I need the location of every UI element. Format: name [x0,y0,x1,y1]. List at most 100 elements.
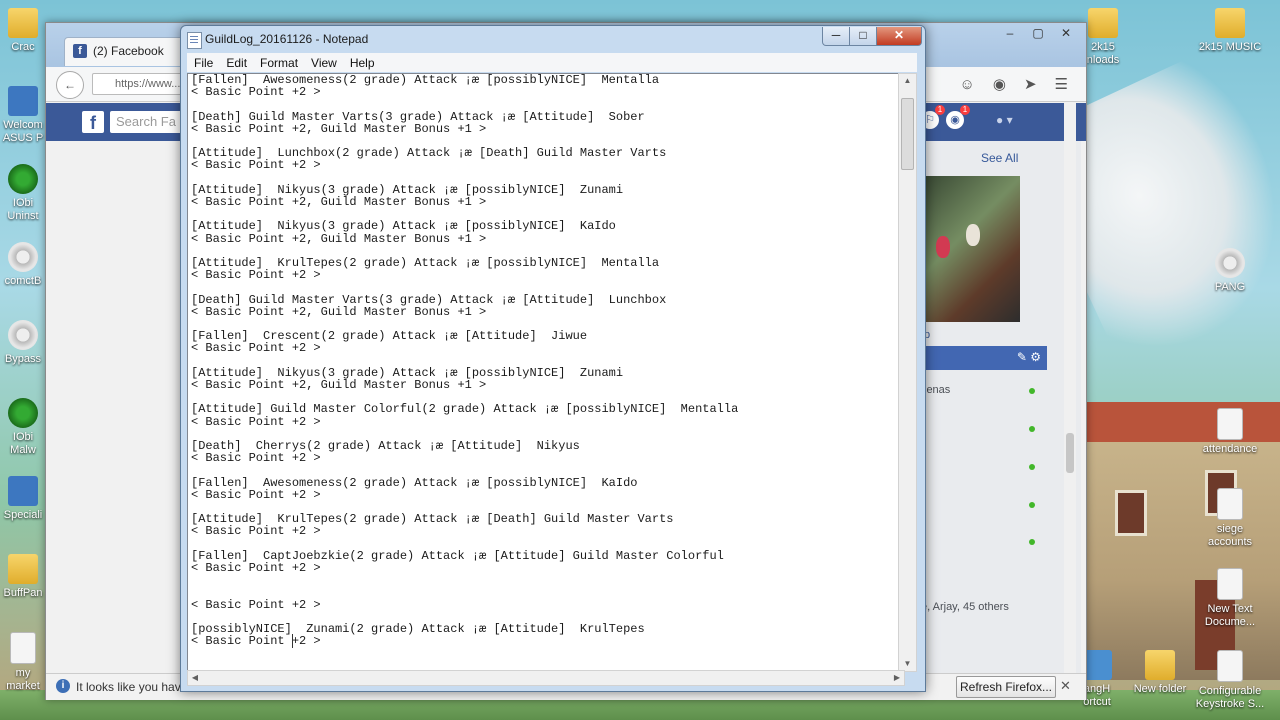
log-entry: [Fallen] Awesomeness(2 grade) Attack ¡æ … [191,475,738,514]
menu-edit[interactable]: Edit [219,53,253,70]
facebook-logo-icon[interactable]: f [82,111,104,133]
app-icon [8,476,38,506]
see-all-link[interactable]: See All [981,151,1018,165]
desktop-icon-label: New Text Docume... [1204,603,1256,628]
desktop-icon[interactable]: siege accounts [1195,488,1265,549]
log-entry-points: < Basic Point +2, Guild Master Bonus +1 … [191,194,487,209]
pocket-icon[interactable]: ◉ [993,76,1006,93]
desktop-icon[interactable]: Configurable Keystroke S... [1195,650,1265,711]
log-entry-points: < Basic Point +2, Guild Master Bonus +1 … [191,304,487,319]
app-icon [8,86,38,116]
log-entry-points: < Basic Point +2 > [191,85,321,100]
chat-icon[interactable]: ☺ [960,76,975,93]
chat-header[interactable]: ✎ ⚙ [921,346,1047,370]
minimize-button[interactable]: ─ [822,27,850,46]
refresh-firefox-button[interactable]: Refresh Firefox... [956,676,1056,698]
folder-icon [1215,8,1245,38]
scroll-right-arrow-icon[interactable]: ▶ [890,671,904,685]
log-entry: [Death] Guild Master Varts(3 grade) Atta… [191,109,738,148]
folder-icon [1145,650,1175,680]
log-entry-points: < Basic Point +2 > [191,487,321,502]
log-text[interactable]: [Fallen] Awesomeness(2 grade) Attack ¡æ … [191,74,738,660]
file-icon [1217,488,1243,520]
menu-help[interactable]: Help [343,53,381,70]
desktop-icon[interactable]: New folder [1125,650,1195,696]
desktop-icon[interactable]: PANG [1195,248,1265,294]
notification-message: It looks like you have [76,680,188,694]
log-entry: [possiblyNICE] Zunami(2 grade) Attack ¡æ… [191,623,738,660]
globe-icon[interactable]: ◉ 1 [946,105,970,129]
tab-facebook[interactable]: f (2) Facebook [64,37,196,66]
desktop-icon-label: Configurable Keystroke S... [1195,685,1265,710]
chat-settings-icon[interactable]: ✎ ⚙ [1017,350,1041,364]
log-entry: [Fallen] Awesomeness(2 grade) Attack ¡æ … [191,74,738,111]
guitar-image [966,224,980,246]
online-dot-icon [1029,464,1035,470]
close-button[interactable]: ✕ [876,27,922,46]
log-entry-points: < Basic Point +2 > [191,341,321,356]
file-icon [1217,650,1243,682]
file-icon [1217,568,1243,600]
log-entry-line: [Attitude] Nikyus(3 grade) Attack ¡æ [po… [191,219,616,234]
firefox-scrollbar[interactable] [1064,103,1076,683]
scroll-up-arrow-icon[interactable]: ▲ [899,74,916,88]
desktop-icon-label: siege accounts [1207,523,1253,548]
folder-icon [8,8,38,38]
menu-format[interactable]: Format [253,53,304,70]
log-entry: [Attitude] Nikyus(3 grade) Attack ¡æ [po… [191,184,738,221]
log-entry-points: < Basic Point +2, Guild Master Bonus +1 … [191,231,487,246]
log-entry-points: < Basic Point +2 > [191,560,321,575]
greenapp-icon [8,164,38,194]
log-entry: [Attitude] Guild Master Colorful(2 grade… [191,403,738,440]
desktop-icon-label: New folder [1133,683,1187,695]
file-icon [10,632,36,664]
log-entry-points: < Basic Point +2, Guild Master Bonus +1 … [191,377,487,392]
close-icon[interactable]: ✕ [1052,23,1080,43]
log-entry-points: < Basic Point +2 > [191,414,321,429]
log-entry-points: < Basic Point +2 > [191,158,321,173]
sponsored-photo[interactable] [926,176,1020,322]
horizontal-scrollbar[interactable]: ◀ ▶ [187,670,905,686]
desktop-icon-label: attendance [1202,443,1258,455]
info-icon: i [56,679,70,693]
maximize-icon[interactable]: ▢ [1024,23,1052,43]
menu-file[interactable]: File [187,53,219,70]
account-menu-icon[interactable]: ● ▾ [996,113,1013,127]
maximize-button[interactable]: □ [849,27,877,46]
log-entry: < Basic Point +2 > [191,586,738,623]
globe-count: 1 [960,105,970,115]
gear-icon [1215,248,1245,278]
menu-view[interactable]: View [304,53,343,70]
send-icon[interactable]: ➤ [1024,76,1037,93]
desktop-icon[interactable]: attendance [1195,408,1265,456]
desktop-icon[interactable]: 2k15 MUSIC [1195,8,1265,54]
desktop-icon-label: 2k15 MUSIC [1198,41,1262,53]
log-entry-line: [Death] Guild Master Varts(3 grade) Atta… [191,109,645,124]
scroll-down-arrow-icon[interactable]: ▼ [899,657,916,671]
guitar-image [936,236,950,258]
online-dot-icon [1029,502,1035,508]
log-entry-line: [Fallen] Awesomeness(2 grade) Attack ¡æ … [191,475,638,490]
menu-icon[interactable]: ☰ [1055,76,1068,93]
log-entry: [Attitude] Nikyus(3 grade) Attack ¡æ [po… [191,367,738,404]
log-entry: [Fallen] CaptJoebzkie(2 grade) Attack ¡æ… [191,550,738,587]
tab-label: (2) Facebook [93,44,164,58]
back-button[interactable]: ← [56,71,84,99]
vertical-scrollbar[interactable]: ▲ ▼ [898,73,917,672]
chat-contact-name[interactable]: lenas [924,384,950,396]
log-entry: [Fallen] Crescent(2 grade) Attack ¡æ [At… [191,330,738,367]
folder-icon [1088,8,1118,38]
firefox-window-controls: – ▢ ✕ [996,23,1080,43]
log-entry-line: [Death] Guild Master Varts(3 grade) Atta… [191,292,667,307]
scrollbar-thumb[interactable] [1066,433,1074,473]
close-notification-icon[interactable]: ✕ [1060,678,1071,694]
log-entry-points: < Basic Point +2, Guild Master Bonus +1 … [191,121,487,136]
desktop-icon-label: PANG [1214,281,1246,293]
text-editor[interactable]: [Fallen] Awesomeness(2 grade) Attack ¡æ … [187,73,905,672]
scroll-left-arrow-icon[interactable]: ◀ [188,671,202,685]
vertical-scroll-thumb[interactable] [901,98,914,170]
minimize-icon[interactable]: – [996,23,1024,43]
desktop-icon[interactable]: New Text Docume... [1195,568,1265,629]
notepad-window[interactable]: GuildLog_20161126 - Notepad ─ □ ✕ File Ed… [180,25,926,692]
log-entry: [Attitude] Nikyus(3 grade) Attack ¡æ [po… [191,220,738,257]
